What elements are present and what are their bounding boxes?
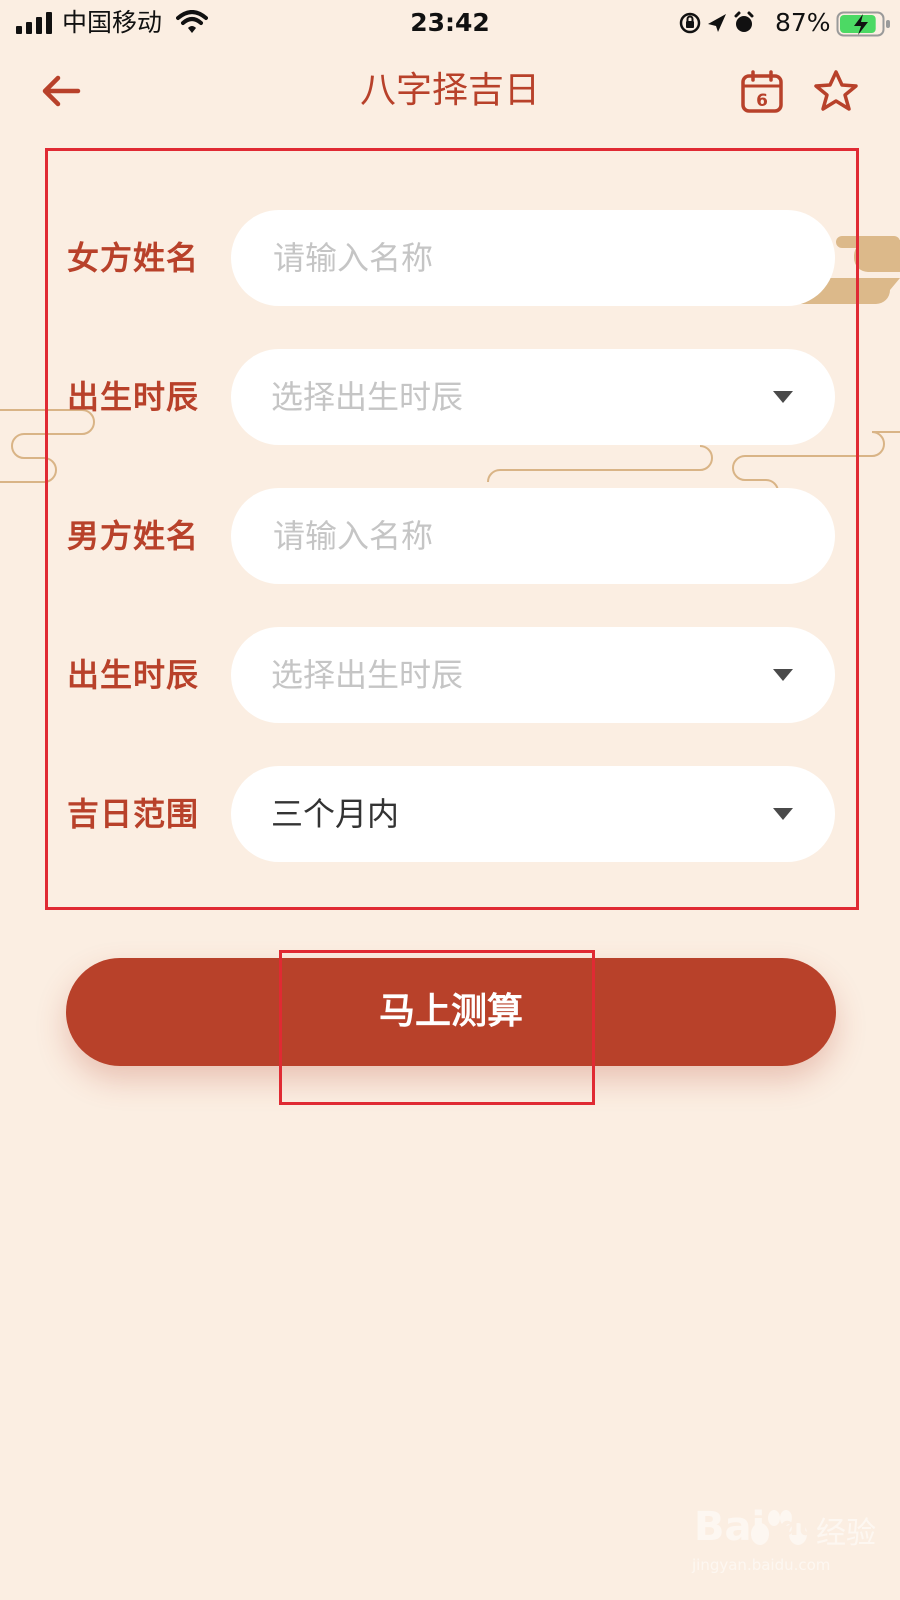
female-birth-hour-placeholder: 选择出生时辰 — [271, 378, 464, 416]
clock: 23:42 — [410, 8, 490, 37]
calendar-icon[interactable]: 6 — [740, 70, 784, 114]
calculate-button[interactable]: 马上测算 — [66, 958, 836, 1066]
calendar-day-number: 6 — [756, 91, 768, 111]
watermark-brand-suffix: du — [780, 1512, 818, 1542]
form-row-female-name: 女方姓名 — [0, 210, 900, 306]
male-birth-hour-placeholder: 选择出生时辰 — [271, 656, 464, 694]
male-birth-hour-label: 出生时辰 — [67, 656, 200, 694]
location-icon — [708, 14, 726, 32]
date-range-select[interactable]: 三个月内 — [231, 766, 835, 862]
form-row-male-birth-hour: 出生时辰 选择出生时辰 — [0, 627, 900, 723]
form-row-female-birth-hour: 出生时辰 选择出生时辰 — [0, 349, 900, 445]
female-birth-hour-label: 出生时辰 — [67, 378, 200, 416]
orientation-lock-icon — [679, 12, 701, 34]
female-name-input[interactable] — [273, 210, 813, 306]
battery-percent: 87% — [775, 8, 831, 37]
calculate-button-label: 马上测算 — [378, 991, 523, 1032]
female-birth-hour-select[interactable]: 选择出生时辰 — [231, 349, 835, 445]
star-icon[interactable] — [812, 68, 860, 114]
baidu-jingyan-watermark: Bai du 经验 jingyan.baidu.com — [690, 1498, 890, 1588]
female-name-field-wrapper — [231, 210, 835, 306]
date-range-label: 吉日范围 — [67, 795, 200, 833]
alarm-icon — [734, 11, 754, 32]
battery-charging-icon — [836, 11, 890, 37]
caret-down-icon — [773, 391, 793, 403]
watermark-brand: Bai — [694, 1504, 766, 1550]
male-name-label: 男方姓名 — [67, 517, 200, 555]
female-name-label: 女方姓名 — [67, 239, 200, 277]
form-row-male-name: 男方姓名 — [0, 488, 900, 584]
status-bar: 中国移动 23:42 87% — [0, 0, 900, 48]
status-icons — [679, 11, 754, 34]
caret-down-icon — [773, 808, 793, 820]
male-birth-hour-select[interactable]: 选择出生时辰 — [231, 627, 835, 723]
watermark-domain: jingyan.baidu.com — [692, 1556, 831, 1574]
male-name-input[interactable] — [273, 488, 813, 584]
watermark-product: 经验 — [816, 1516, 876, 1551]
screen: 中国移动 23:42 87% 八字择吉日 6 女方姓名 请输入名称 出生时辰 选… — [0, 0, 900, 1600]
male-name-field-wrapper — [231, 488, 835, 584]
caret-down-icon — [773, 669, 793, 681]
form-row-date-range: 吉日范围 三个月内 — [0, 766, 900, 862]
date-range-value: 三个月内 — [271, 795, 400, 833]
